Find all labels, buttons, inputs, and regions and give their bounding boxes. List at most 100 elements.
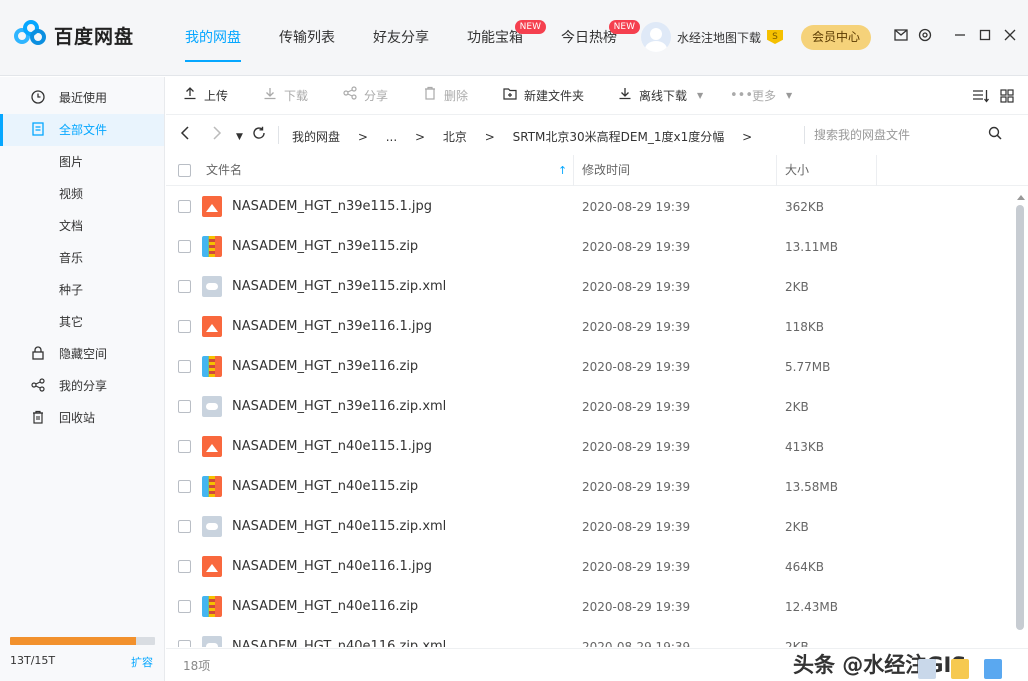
download-button[interactable]: 下载 [262, 87, 308, 105]
expand-storage-link[interactable]: 扩容 [131, 654, 153, 670]
sidebar-item-my-shares[interactable]: 我的分享 [0, 370, 164, 402]
upload-button[interactable]: 上传 [182, 87, 228, 105]
sidebar-item-music[interactable]: 音乐 [0, 242, 164, 274]
row-checkbox[interactable] [178, 280, 191, 293]
row-checkbox[interactable] [178, 640, 191, 647]
lock-float-icon[interactable] [984, 659, 1002, 679]
sidebar-item-other[interactable]: 其它 [0, 306, 164, 338]
table-row[interactable]: NASADEM_HGT_n39e116.1.jpg 2020-08-29 19:3… [166, 307, 1011, 347]
breadcrumb-beijing[interactable]: 北京 [443, 130, 467, 144]
column-header-modified[interactable]: 修改时间 [582, 155, 630, 186]
breadcrumb-current-folder[interactable]: SRTM北京30米高程DEM_1度x1度分幅 [513, 130, 725, 144]
delete-button[interactable]: 删除 [422, 86, 468, 106]
sort-view-icon[interactable] [972, 87, 990, 105]
more-button[interactable]: ••• 更多 ▼ [730, 87, 792, 105]
share-button[interactable]: 分享 [342, 86, 388, 105]
sidebar-item-hidden-space[interactable]: 隐藏空间 [0, 338, 164, 370]
sidebar-item-recent[interactable]: 最近使用 [0, 82, 164, 114]
table-row[interactable]: NASADEM_HGT_n40e115.zip.xml 2020-08-29 19… [166, 507, 1011, 547]
chevron-down-icon[interactable]: ▼ [697, 87, 703, 105]
tab-transfer-list[interactable]: 传输列表 [264, 0, 350, 76]
offline-download-button[interactable]: 离线下载 ▼ [617, 87, 703, 105]
mail-icon[interactable] [892, 28, 910, 46]
file-name[interactable]: NASADEM_HGT_n40e116.zip [232, 587, 418, 627]
avatar[interactable] [641, 22, 671, 52]
table-row[interactable]: NASADEM_HGT_n39e116.zip.xml 2020-08-29 19… [166, 387, 1011, 427]
sort-ascending-icon[interactable]: ↑ [558, 155, 567, 186]
new-folder-button[interactable]: 新建文件夹 [502, 87, 584, 105]
file-name[interactable]: NASADEM_HGT_n40e115.zip [232, 467, 418, 507]
file-name[interactable]: NASADEM_HGT_n39e116.zip.xml [232, 387, 446, 427]
grid-view-icon[interactable] [1000, 87, 1014, 105]
forward-icon[interactable] [212, 126, 222, 145]
zip-file-icon [202, 356, 222, 377]
breadcrumb-ellipsis[interactable]: ... [386, 130, 397, 144]
file-name[interactable]: NASADEM_HGT_n40e116.zip.xml [232, 627, 446, 647]
lock-icon [30, 346, 46, 362]
scroll-up-icon[interactable] [1017, 195, 1025, 200]
file-name[interactable]: NASADEM_HGT_n40e116.1.jpg [232, 547, 432, 587]
column-header-size[interactable]: 大小 [785, 155, 809, 186]
table-row[interactable]: NASADEM_HGT_n40e115.1.jpg 2020-08-29 19:3… [166, 427, 1011, 467]
table-row[interactable]: NASADEM_HGT_n40e116.zip.xml 2020-08-29 19… [166, 627, 1011, 647]
settings-icon[interactable] [916, 28, 934, 46]
sidebar-item-documents[interactable]: 文档 [0, 210, 164, 242]
row-checkbox[interactable] [178, 240, 191, 253]
sidebar-item-all-files[interactable]: 全部文件 [0, 114, 164, 146]
file-name[interactable]: NASADEM_HGT_n39e115.zip [232, 227, 418, 267]
chevron-down-icon[interactable]: ▼ [786, 87, 792, 105]
column-header-name[interactable]: 文件名 [206, 155, 242, 186]
row-checkbox[interactable] [178, 360, 191, 373]
user-profile[interactable]: 水经注地图下载 S [641, 22, 784, 52]
table-row[interactable]: NASADEM_HGT_n40e116.1.jpg 2020-08-29 19:3… [166, 547, 1011, 587]
upload-float-icon[interactable] [951, 659, 969, 679]
file-name[interactable]: NASADEM_HGT_n39e116.zip [232, 347, 418, 387]
sidebar-item-recycle-bin[interactable]: 回收站 [0, 402, 164, 434]
scrollbar-thumb[interactable] [1016, 205, 1024, 630]
sidebar-item-torrents[interactable]: 种子 [0, 274, 164, 306]
scrollbar[interactable] [1012, 187, 1028, 647]
vip-center-button[interactable]: 会员中心 [801, 25, 871, 50]
close-icon[interactable] [1001, 28, 1019, 46]
file-name[interactable]: NASADEM_HGT_n39e115.zip.xml [232, 267, 446, 307]
file-name[interactable]: NASADEM_HGT_n39e116.1.jpg [232, 307, 432, 347]
table-row[interactable]: NASADEM_HGT_n39e115.1.jpg 2020-08-29 19:3… [166, 187, 1011, 227]
row-checkbox[interactable] [178, 400, 191, 413]
table-row[interactable]: NASADEM_HGT_n39e115.zip 2020-08-29 19:39 1… [166, 227, 1011, 267]
tab-hot-list[interactable]: 今日热榜 NEW [546, 0, 640, 76]
search-input[interactable] [814, 125, 984, 145]
svip-badge-icon: S [767, 30, 784, 44]
trash-icon [422, 86, 438, 106]
file-name[interactable]: NASADEM_HGT_n40e115.1.jpg [232, 427, 432, 467]
tab-my-drive[interactable]: 我的网盘 [170, 0, 256, 76]
username[interactable]: 水经注地图下载 [677, 29, 761, 46]
minimize-icon[interactable] [951, 28, 969, 46]
row-checkbox[interactable] [178, 200, 191, 213]
table-row[interactable]: NASADEM_HGT_n40e115.zip 2020-08-29 19:39 1… [166, 467, 1011, 507]
zip-file-icon [202, 596, 222, 617]
table-row[interactable]: NASADEM_HGT_n39e116.zip 2020-08-29 19:39 5… [166, 347, 1011, 387]
sidebar-item-videos[interactable]: 视频 [0, 178, 164, 210]
row-checkbox[interactable] [178, 480, 191, 493]
search-icon[interactable] [988, 126, 1002, 144]
row-checkbox[interactable] [178, 560, 191, 573]
refresh-icon[interactable] [252, 126, 266, 145]
tab-toolbox[interactable]: 功能宝箱 NEW [452, 0, 546, 76]
file-modified-time: 2020-08-29 19:39 [582, 560, 691, 574]
row-checkbox[interactable] [178, 440, 191, 453]
row-checkbox[interactable] [178, 320, 191, 333]
file-name[interactable]: NASADEM_HGT_n39e115.1.jpg [232, 187, 432, 227]
sidebar-item-images[interactable]: 图片 [0, 146, 164, 178]
app-grid-icon[interactable] [918, 659, 936, 679]
history-dropdown-icon[interactable]: ▼ [236, 128, 243, 146]
file-name[interactable]: NASADEM_HGT_n40e115.zip.xml [232, 507, 446, 547]
table-row[interactable]: NASADEM_HGT_n40e116.zip 2020-08-29 19:39 1… [166, 587, 1011, 627]
select-all-checkbox[interactable] [178, 164, 191, 177]
tab-friend-share[interactable]: 好友分享 [358, 0, 444, 76]
back-icon[interactable] [180, 126, 190, 145]
row-checkbox[interactable] [178, 520, 191, 533]
row-checkbox[interactable] [178, 600, 191, 613]
table-row[interactable]: NASADEM_HGT_n39e115.zip.xml 2020-08-29 19… [166, 267, 1011, 307]
breadcrumb-my-drive[interactable]: 我的网盘 [292, 130, 340, 144]
maximize-icon[interactable] [976, 28, 994, 46]
